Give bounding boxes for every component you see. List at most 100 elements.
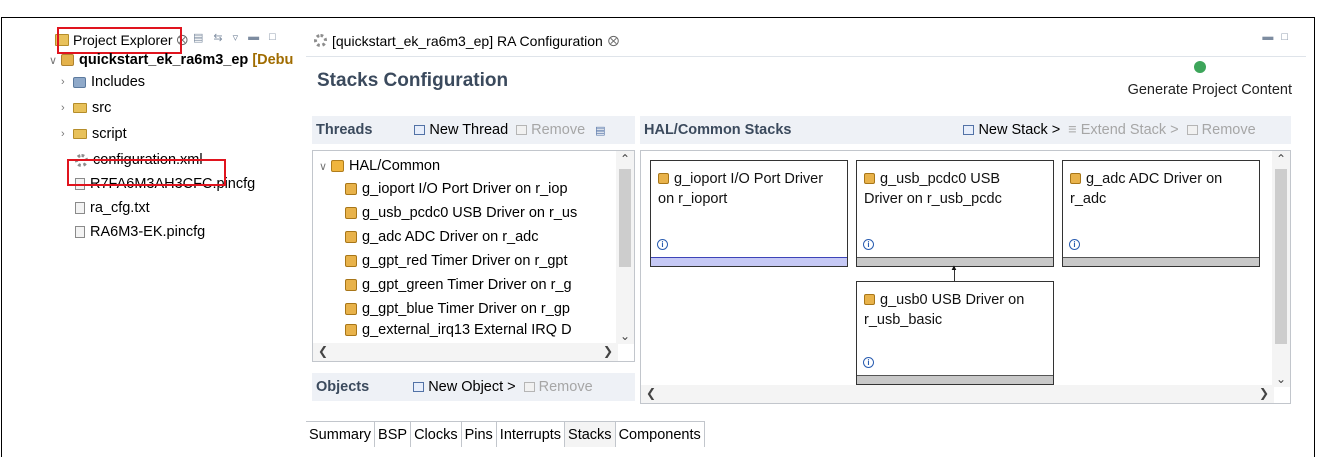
module-dependency-bar xyxy=(1063,257,1259,266)
tree-item-includes[interactable]: › Includes xyxy=(61,71,145,93)
new-thread-button[interactable]: New Thread xyxy=(414,122,508,138)
tab-summary[interactable]: Summary xyxy=(306,422,376,447)
scroll-thumb[interactable] xyxy=(1275,169,1287,344)
scroll-left-icon[interactable]: ❮ xyxy=(646,386,656,400)
minimize-icon[interactable]: ▬ xyxy=(1262,31,1281,43)
thread-item[interactable]: g_external_irq13 External IRQ D xyxy=(345,322,572,338)
tab-interrupts[interactable]: Interrupts xyxy=(496,422,566,447)
stacks-vertical-scrollbar[interactable]: ⌃ ⌄ xyxy=(1272,151,1290,387)
generate-project-content-button[interactable]: Generate Project Content xyxy=(1112,60,1292,102)
chevron-right-icon[interactable]: › xyxy=(61,76,73,88)
new-object-button[interactable]: New Object > xyxy=(413,379,516,395)
remove-stack-button[interactable]: Remove xyxy=(1186,122,1256,138)
chevron-right-icon[interactable]: › xyxy=(61,128,73,140)
page-title: Stacks Configuration xyxy=(317,70,509,91)
thread-root-hal-common[interactable]: ∨ HAL/Common xyxy=(319,155,440,177)
stacks-horizontal-scrollbar[interactable]: ❮ ❯ xyxy=(641,385,1274,403)
thread-item[interactable]: g_adc ADC Driver on r_adc xyxy=(345,226,539,248)
remove-object-button[interactable]: Remove xyxy=(523,379,593,395)
scroll-thumb[interactable] xyxy=(619,169,631,267)
tab-clocks[interactable]: Clocks xyxy=(411,422,462,447)
thread-item-label: g_external_irq13 External IRQ D xyxy=(362,322,572,338)
new-object-icon xyxy=(413,382,425,392)
remove-thread-button[interactable]: Remove xyxy=(516,122,585,138)
hal-common-stacks-pane: HAL/Common Stacks New Stack > ≡ Extend St… xyxy=(640,116,1291,406)
threads-header: Threads New Thread Remove ▤ xyxy=(312,116,635,144)
configuration-bottom-tabs: Summary BSP Clocks Pins Interrupts Stack… xyxy=(306,421,705,447)
folder-icon xyxy=(73,129,87,139)
chevron-down-icon[interactable]: ∨ xyxy=(49,54,61,67)
thread-item-label: g_ioport I/O Port Driver on r_iop xyxy=(362,181,568,197)
scroll-up-icon[interactable]: ⌃ xyxy=(620,152,630,166)
module-title: g_usb_pcdc0 USB Driver on r_usb_pcdc xyxy=(864,169,1047,209)
includes-icon xyxy=(73,76,86,88)
tree-item-script[interactable]: › script xyxy=(61,123,127,145)
thread-item-label: g_gpt_red Timer Driver on r_gpt xyxy=(362,253,568,269)
maximize-icon[interactable]: □ xyxy=(1281,31,1296,43)
thread-item[interactable]: g_ioport I/O Port Driver on r_iop xyxy=(345,178,568,200)
thread-item-label: g_adc ADC Driver on r_adc xyxy=(362,229,539,245)
tab-stacks[interactable]: Stacks xyxy=(565,422,616,447)
view-menu-icon[interactable]: ▿ xyxy=(233,31,239,44)
info-icon[interactable]: i xyxy=(1069,239,1080,250)
driver-icon xyxy=(1070,173,1081,184)
remove-icon xyxy=(516,125,528,135)
collapse-icon[interactable]: ▤ xyxy=(595,124,605,137)
objects-header: Objects New Object > Remove xyxy=(312,373,635,401)
new-object-label: New Object > xyxy=(428,379,516,395)
new-stack-icon xyxy=(963,125,975,135)
tree-item-src[interactable]: › src xyxy=(61,97,111,119)
scroll-up-icon[interactable]: ⌃ xyxy=(1276,152,1286,166)
scroll-left-icon[interactable]: ❮ xyxy=(318,344,328,358)
tree-item-board-pincfg[interactable]: RA6M3-EK.pincfg xyxy=(75,221,205,243)
tab-bsp[interactable]: BSP xyxy=(375,422,412,447)
module-g-adc[interactable]: g_adc ADC Driver on r_adc i xyxy=(1062,160,1260,267)
extend-stack-button[interactable]: ≡ Extend Stack > xyxy=(1068,122,1178,138)
module-g-ioport[interactable]: g_ioport I/O Port Driver on r_ioport i xyxy=(650,160,848,267)
thread-item[interactable]: g_gpt_green Timer Driver on r_g xyxy=(345,274,572,296)
chevron-right-icon[interactable]: › xyxy=(61,102,73,114)
threads-pane: Threads New Thread Remove ▤ ∨ HAL/Common… xyxy=(312,116,635,406)
info-icon[interactable]: i xyxy=(657,239,668,250)
thread-item[interactable]: g_usb_pcdc0 USB Driver on r_us xyxy=(345,202,577,224)
scroll-down-icon[interactable]: ⌄ xyxy=(620,329,630,343)
driver-icon xyxy=(864,294,875,305)
module-g-usb-pcdc0[interactable]: g_usb_pcdc0 USB Driver on r_usb_pcdc i xyxy=(856,160,1054,267)
info-icon[interactable]: i xyxy=(863,239,874,250)
info-icon[interactable]: i xyxy=(863,357,874,368)
module-g-usb0[interactable]: g_usb0 USB Driver on r_usb_basic i xyxy=(856,281,1054,385)
new-stack-label: New Stack > xyxy=(978,122,1061,138)
threads-vertical-scrollbar[interactable]: ⌃ ⌄ xyxy=(616,151,634,344)
tab-components[interactable]: Components xyxy=(615,422,705,447)
maximize-icon[interactable]: □ xyxy=(269,31,276,44)
objects-title: Objects xyxy=(316,379,370,395)
module-line2: r_adc xyxy=(1070,191,1107,207)
editor-window-controls: ▬□ xyxy=(1262,31,1296,43)
module-line1: g_adc ADC Driver on xyxy=(1086,171,1223,187)
tree-item-ra-cfg[interactable]: ra_cfg.txt xyxy=(75,197,150,219)
project-name: quickstart_ek_ra6m3_ep xyxy=(79,52,249,68)
module-title: g_adc ADC Driver on r_adc xyxy=(1070,169,1253,209)
close-icon[interactable]: ⨂ xyxy=(608,34,619,47)
scroll-right-icon[interactable]: ❯ xyxy=(1259,386,1269,400)
collapse-all-icon[interactable]: ▤ xyxy=(193,31,203,44)
chevron-down-icon[interactable]: ∨ xyxy=(319,160,331,173)
tree-item-label: script xyxy=(92,126,127,142)
new-stack-button[interactable]: New Stack > xyxy=(963,122,1060,138)
tree-item-project[interactable]: ∨ quickstart_ek_ra6m3_ep [Debu xyxy=(49,49,293,71)
remove-icon xyxy=(523,382,535,392)
scroll-right-icon[interactable]: ❯ xyxy=(603,344,613,358)
module-title: g_usb0 USB Driver on r_usb_basic xyxy=(864,290,1047,330)
threads-tree: ∨ HAL/Common g_ioport I/O Port Driver on… xyxy=(312,150,635,362)
thread-item[interactable]: g_gpt_blue Timer Driver on r_gp xyxy=(345,298,570,320)
thread-item[interactable]: g_gpt_red Timer Driver on r_gpt xyxy=(345,250,568,272)
module-line1: g_usb_pcdc0 USB xyxy=(880,171,1001,187)
tab-pins[interactable]: Pins xyxy=(461,422,497,447)
editor-tab[interactable]: [quickstart_ek_ra6m3_ep] RA Configuratio… xyxy=(306,25,619,56)
project-explorer-toolbar: ▤ ⇆ ▿ ▬ □ xyxy=(193,31,276,44)
threads-horizontal-scrollbar[interactable]: ❮ ❯ xyxy=(313,343,618,361)
scroll-down-icon[interactable]: ⌄ xyxy=(1276,372,1286,386)
minimize-icon[interactable]: ▬ xyxy=(248,31,259,44)
link-with-editor-icon[interactable]: ⇆ xyxy=(213,31,222,44)
extend-stack-label: Extend Stack > xyxy=(1080,122,1179,138)
